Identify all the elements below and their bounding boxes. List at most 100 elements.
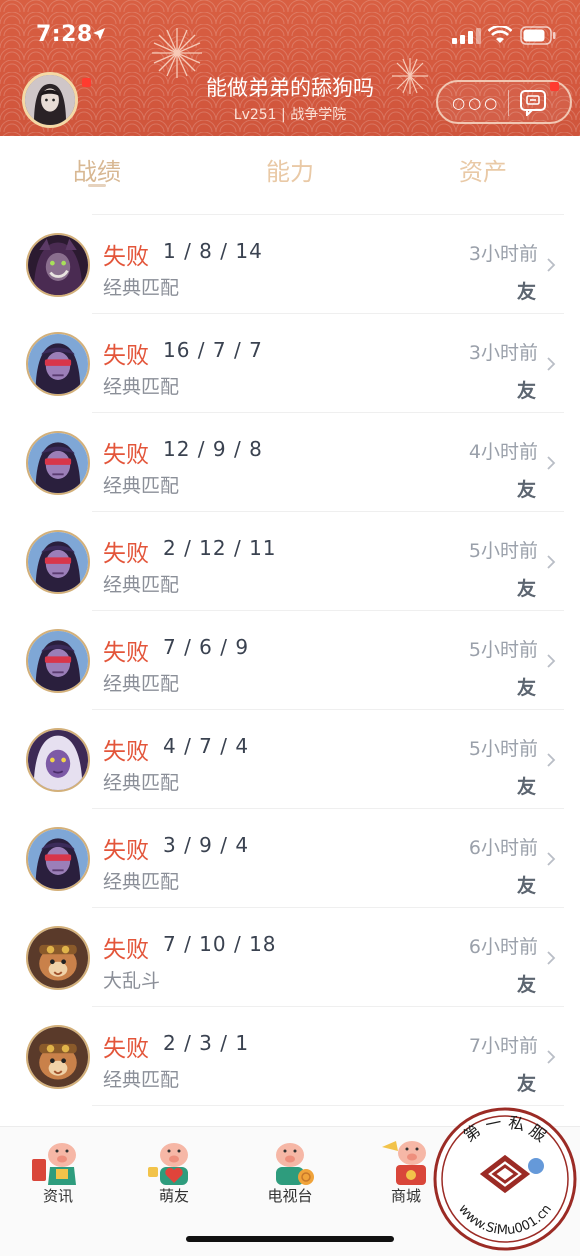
- match-time: 6小时前: [468, 936, 538, 958]
- match-time: 5小时前: [468, 639, 538, 661]
- home-indicator: [186, 1236, 394, 1242]
- match-time: 7小时前: [468, 1035, 538, 1057]
- match-result: 失败: [103, 244, 149, 270]
- match-mode: 经典匹配: [103, 574, 180, 596]
- match-row[interactable]: 失败 7 / 10 / 18 大乱斗 6小时前友: [0, 908, 580, 1007]
- match-time: 4小时前: [468, 441, 538, 463]
- chevron-right-icon: [547, 1050, 556, 1064]
- match-result: 失败: [103, 1036, 149, 1062]
- friend-tag: 友: [516, 479, 536, 501]
- dark-queen-portrait-icon: [26, 233, 90, 297]
- masked-assassin-portrait-icon: [26, 431, 90, 495]
- friend-tag: 友: [516, 281, 536, 303]
- violet-sorceress-portrait-icon: [26, 728, 90, 792]
- notification-dot: [82, 78, 91, 87]
- match-row[interactable]: 失败 1 / 8 / 14 经典匹配 3小时前友: [0, 215, 580, 314]
- match-kda: 2 / 3 / 1: [163, 1031, 250, 1055]
- match-kda: 4 / 7 / 4: [163, 734, 250, 758]
- friend-tag: 友: [516, 677, 536, 699]
- pig-newspaper-icon: [32, 1143, 76, 1185]
- match-result: 失败: [103, 640, 149, 666]
- nav-news[interactable]: 资讯: [0, 1127, 116, 1227]
- chevron-right-icon: [547, 951, 556, 965]
- pill-divider: [508, 90, 509, 116]
- friend-tag: 友: [516, 974, 536, 996]
- profile-header: 7:28 能做弟弟的舔狗吗 Lv251 | 战争学院 ○○○: [0, 0, 580, 136]
- battery-icon: [520, 26, 556, 45]
- masked-assassin-portrait-icon: [26, 530, 90, 594]
- match-mode: 经典匹配: [103, 1069, 180, 1091]
- chat-notification-dot: [550, 82, 559, 91]
- friend-tag: 友: [516, 1073, 536, 1095]
- chevron-right-icon: [547, 258, 556, 272]
- chevron-right-icon: [547, 357, 556, 371]
- clock: 7:28: [36, 22, 93, 47]
- wifi-icon: [488, 26, 512, 43]
- tab-record[interactable]: 战绩: [47, 152, 147, 187]
- masked-assassin-portrait-icon: [26, 332, 90, 396]
- masked-assassin-portrait-icon: [26, 827, 90, 891]
- match-result: 失败: [103, 838, 149, 864]
- match-row[interactable]: 失败 4 / 7 / 4 经典匹配 5小时前友: [0, 710, 580, 809]
- status-bar: 7:28: [0, 0, 580, 70]
- yordle-scout-portrait-icon: [26, 926, 90, 990]
- chevron-right-icon: [547, 456, 556, 470]
- match-row[interactable]: 失败 7 / 6 / 9 经典匹配 5小时前友: [0, 611, 580, 710]
- match-kda: 12 / 9 / 8: [163, 437, 263, 461]
- nav-label: 萌友: [158, 1187, 189, 1205]
- cellular-signal-icon: [452, 28, 481, 44]
- match-mode: 经典匹配: [103, 772, 180, 794]
- location-arrow-icon: [93, 28, 105, 40]
- nav-label: 电视台: [267, 1187, 313, 1205]
- match-kda: 7 / 10 / 18: [163, 932, 277, 956]
- pig-gift-icon: [382, 1141, 426, 1185]
- match-kda: 7 / 6 / 9: [163, 635, 250, 659]
- profile-name: 能做弟弟的舔狗吗: [206, 76, 374, 100]
- yordle-scout-portrait-icon: [26, 1025, 90, 1089]
- friend-tag: 友: [516, 875, 536, 897]
- profile-avatar[interactable]: [22, 72, 78, 128]
- chevron-right-icon: [547, 654, 556, 668]
- match-row[interactable]: 失败 2 / 3 / 1 经典匹配 7小时前友: [0, 1007, 580, 1106]
- watermark-seal: 第 一 私 服 www.SiMu001.cn: [433, 1107, 577, 1251]
- more-button[interactable]: ○○○: [452, 94, 500, 112]
- match-kda: 3 / 9 / 4: [163, 833, 250, 857]
- match-time: 5小时前: [468, 540, 538, 562]
- match-mode: 经典匹配: [103, 673, 180, 695]
- masked-assassin-portrait-icon: [26, 629, 90, 693]
- nav-label: 资讯: [42, 1187, 73, 1205]
- match-mode: 经典匹配: [103, 277, 180, 299]
- friend-tag: 友: [516, 578, 536, 600]
- avatar-portrait-icon: [25, 75, 75, 125]
- match-time: 3小时前: [468, 342, 538, 364]
- match-time: 3小时前: [468, 243, 538, 265]
- match-result: 失败: [103, 739, 149, 765]
- match-mode: 经典匹配: [103, 475, 180, 497]
- chevron-right-icon: [547, 852, 556, 866]
- match-row[interactable]: 失败 2 / 12 / 11 经典匹配 5小时前友: [0, 512, 580, 611]
- match-result: 失败: [103, 343, 149, 369]
- match-kda: 2 / 12 / 11: [163, 536, 277, 560]
- nav-tv[interactable]: 电视台: [232, 1127, 348, 1227]
- match-row[interactable]: 失败 12 / 9 / 8 经典匹配 4小时前友: [0, 413, 580, 512]
- match-list: 失败 1 / 8 / 14 经典匹配 3小时前友失败 16 / 7 / 7 经典匹配 3小时…: [0, 215, 580, 1106]
- tab-assets[interactable]: 资产: [433, 152, 533, 187]
- chat-icon[interactable]: [518, 88, 548, 116]
- match-result: 失败: [103, 442, 149, 468]
- match-mode: 大乱斗: [103, 970, 161, 992]
- match-time: 5小时前: [468, 738, 538, 760]
- friend-tag: 友: [516, 380, 536, 402]
- match-row[interactable]: 失败 3 / 9 / 4 经典匹配 6小时前友: [0, 809, 580, 908]
- profile-level-server: Lv251 | 战争学院: [233, 107, 347, 123]
- friend-tag: 友: [516, 776, 536, 798]
- match-kda: 1 / 8 / 14: [163, 239, 263, 263]
- tab-ability[interactable]: 能力: [240, 152, 340, 187]
- chevron-right-icon: [547, 555, 556, 569]
- pig-coin-icon: [276, 1143, 314, 1185]
- match-mode: 经典匹配: [103, 376, 180, 398]
- chevron-right-icon: [547, 753, 556, 767]
- nav-friends[interactable]: 萌友: [116, 1127, 232, 1227]
- match-mode: 经典匹配: [103, 871, 180, 893]
- match-time: 6小时前: [468, 837, 538, 859]
- match-row[interactable]: 失败 16 / 7 / 7 经典匹配 3小时前友: [0, 314, 580, 413]
